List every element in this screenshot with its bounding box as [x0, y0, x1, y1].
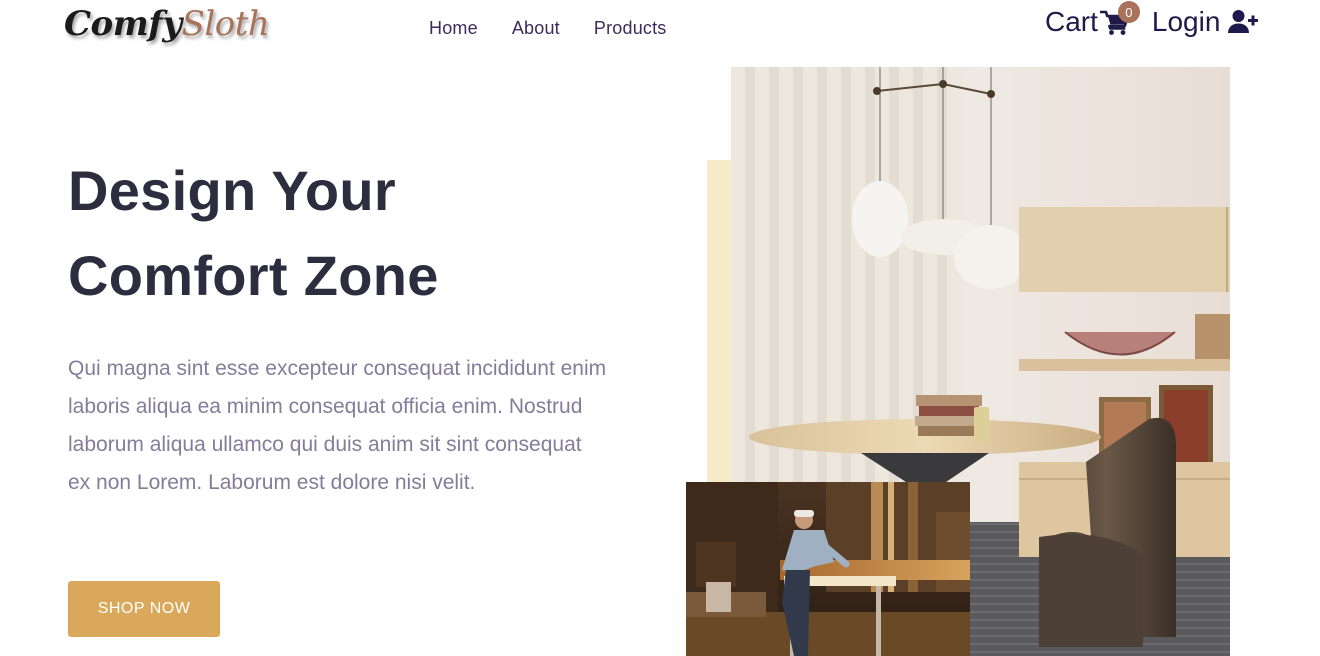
hero-title: Design Your Comfort Zone — [68, 148, 628, 318]
shop-now-button[interactable]: SHOP NOW — [68, 581, 220, 637]
user-plus-icon — [1228, 8, 1259, 36]
logo-text-secondary: Sloth — [181, 4, 270, 44]
hero-accent-image — [686, 482, 970, 656]
login-button[interactable]: Login — [1152, 6, 1259, 38]
hero-title-line2: Comfort Zone — [68, 244, 439, 307]
nav-actions: Cart 0 Login — [1045, 1, 1259, 38]
cart-label: Cart — [1045, 6, 1098, 37]
brand-logo[interactable]: ComfySloth — [64, 4, 270, 44]
hero-title-line1: Design Your — [68, 159, 396, 222]
main-nav: Home About Products — [429, 18, 667, 39]
cart-count-badge: 0 — [1117, 1, 1140, 23]
nav-link-home[interactable]: Home — [429, 18, 478, 39]
cart-icon: 0 — [1099, 1, 1140, 37]
nav-link-products[interactable]: Products — [594, 18, 667, 39]
cart-button[interactable]: Cart 0 — [1045, 1, 1140, 38]
login-label: Login — [1151, 6, 1221, 37]
hero-description: Qui magna sint esse excepteur consequat … — [68, 357, 607, 494]
logo-text-primary: Comfy — [64, 4, 182, 44]
nav-link-about[interactable]: About — [512, 18, 560, 39]
